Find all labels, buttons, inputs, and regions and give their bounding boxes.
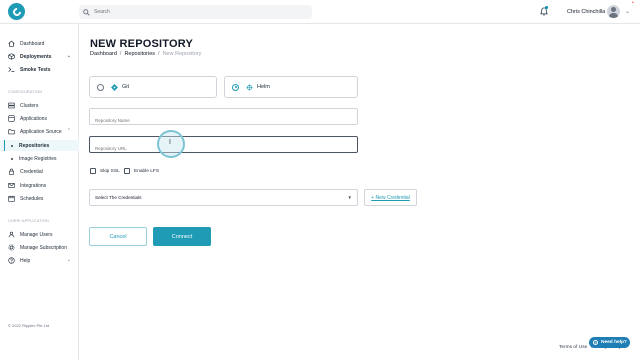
- enable-lfs-checkbox[interactable]: [124, 168, 130, 174]
- app-root: Chris Chinchilla ⌄ • Dashboard Deploymen…: [0, 0, 640, 360]
- sidebar-item-label: Credential: [20, 168, 43, 175]
- sidebar-item-smoke-tests[interactable]: Smoke Tests: [0, 64, 79, 75]
- server-icon: [8, 102, 15, 109]
- repository-url-input[interactable]: [90, 141, 357, 156]
- sidebar-item-label: Applications: [20, 115, 47, 122]
- sidebar-item-label: Dashboard: [20, 40, 45, 47]
- sidebar: Dashboard Deployments ⌄ Smoke Tests CONF…: [0, 24, 79, 360]
- git-radio[interactable]: [97, 83, 104, 91]
- chevron-down-icon: ▼: [347, 195, 352, 200]
- sidebar-item-label: Manage Users: [20, 231, 53, 238]
- sidebar-item-label: Help: [20, 257, 31, 264]
- sidebar-item-label: Clusters: [20, 102, 39, 109]
- sidebar-item-label: Manage Subscription: [20, 244, 67, 251]
- connect-button[interactable]: Connect: [153, 227, 211, 246]
- chevron-down-icon: ⌄: [66, 53, 71, 59]
- search-box[interactable]: [79, 5, 312, 19]
- enable-lfs-option[interactable]: Enable LFS: [124, 168, 159, 174]
- app-icon: [8, 115, 15, 122]
- sidebar-item-label: Smoke Tests: [20, 66, 51, 73]
- new-credential-button[interactable]: + New Credential: [364, 189, 417, 206]
- terms-link[interactable]: Terms of Use: [559, 345, 587, 350]
- mail-icon: [8, 182, 15, 189]
- section-title-configuration: CONFIGURATION: [8, 90, 43, 94]
- home-icon: [8, 40, 15, 47]
- user-name[interactable]: Chris Chinchilla: [567, 9, 605, 15]
- search-icon: [83, 8, 90, 16]
- sidebar-item-manage-subscription[interactable]: Manage Subscription: [0, 242, 79, 253]
- sidebar-item-schedules[interactable]: Schedules: [0, 193, 79, 204]
- sidebar-item-label: Repositories: [19, 142, 50, 149]
- breadcrumb: Dashboard / Repositories / New Repositor…: [90, 51, 201, 57]
- sidebar-item-clusters[interactable]: Clusters: [0, 100, 79, 111]
- sidebar-item-help[interactable]: Help ⌄: [0, 255, 79, 266]
- app-logo[interactable]: [8, 3, 25, 20]
- cube-icon: [8, 53, 15, 60]
- sidebar-item-label: Image Registries: [19, 155, 57, 162]
- help-icon: [8, 257, 15, 264]
- sidebar-item-label: Schedules: [20, 195, 44, 202]
- folder-icon: [8, 128, 15, 135]
- copyright: © 2022 Ripplex Pte Ltd: [8, 323, 50, 328]
- breadcrumb-separator: /: [119, 51, 122, 57]
- sidebar-item-repositories[interactable]: Repositories: [0, 140, 79, 151]
- enable-lfs-label: Enable LFS: [134, 168, 160, 174]
- breadcrumb-current: New Repository: [162, 51, 202, 57]
- gear-icon: [8, 244, 15, 251]
- breadcrumb-repositories[interactable]: Repositories: [124, 51, 155, 57]
- skip-ssl-label: Skip SSL: [100, 168, 120, 174]
- need-help-button[interactable]: ? Need help?: [589, 337, 630, 348]
- helm-radio[interactable]: [232, 83, 239, 91]
- avatar[interactable]: [607, 5, 620, 18]
- repository-url-field[interactable]: [89, 136, 358, 156]
- helm-icon: [246, 83, 253, 91]
- sidebar-item-label: Deployments: [20, 53, 52, 60]
- repository-name-field[interactable]: [89, 108, 358, 128]
- chevron-up-icon: ⌃: [66, 128, 71, 134]
- section-title-user: CHERI APPLICATION: [8, 219, 49, 223]
- sidebar-item-deployments[interactable]: Deployments ⌄: [0, 51, 79, 62]
- user-menu-chevron-icon[interactable]: ⌄: [625, 8, 630, 15]
- text-cursor-icon: I: [169, 139, 171, 146]
- search-input[interactable]: [94, 9, 294, 15]
- credentials-select-value: Select The Credentials: [95, 195, 142, 200]
- sidebar-item-label: Application Source: [20, 128, 62, 135]
- need-help-label: Need help?: [601, 340, 627, 345]
- sidebar-item-dashboard[interactable]: Dashboard: [0, 38, 79, 49]
- breadcrumb-separator: /: [158, 51, 160, 57]
- terminal-icon: [8, 66, 15, 73]
- git-label: Git: [122, 84, 130, 90]
- sidebar-item-label: Integrations: [20, 182, 47, 189]
- repo-type-helm-card[interactable]: Helm: [224, 76, 358, 98]
- notification-indicator: •: [632, 0, 634, 6]
- breadcrumb-dashboard[interactable]: Dashboard: [90, 51, 117, 57]
- repository-name-input[interactable]: [90, 113, 357, 128]
- help-icon: ?: [593, 340, 598, 345]
- top-bar: Chris Chinchilla ⌄ •: [0, 0, 640, 24]
- skip-ssl-option[interactable]: Skip SSL: [90, 168, 120, 174]
- sidebar-item-integrations[interactable]: Integrations: [0, 180, 79, 191]
- users-icon: [8, 231, 15, 238]
- click-indicator: [157, 130, 185, 158]
- chevron-down-icon: ⌄: [66, 257, 71, 263]
- credentials-select[interactable]: Select The Credentials ▼: [89, 189, 358, 206]
- notification-dot: [545, 6, 548, 9]
- helm-label: Helm: [257, 84, 270, 90]
- sidebar-item-credential[interactable]: Credential: [0, 166, 79, 177]
- repo-type-git-card[interactable]: Git: [89, 76, 217, 98]
- git-icon: [111, 83, 118, 91]
- sidebar-item-application-source[interactable]: Application Source ⌃: [0, 126, 79, 137]
- bullet-icon: [11, 144, 13, 147]
- lock-icon: [8, 168, 15, 175]
- cancel-button[interactable]: Cancel: [89, 227, 147, 246]
- sidebar-item-manage-users[interactable]: Manage Users: [0, 229, 79, 240]
- calendar-icon: [8, 195, 15, 202]
- bullet-icon: [11, 157, 13, 160]
- page-title: NEW REPOSITORY: [90, 38, 194, 50]
- sidebar-item-applications[interactable]: Applications: [0, 113, 79, 124]
- sidebar-item-image-registries[interactable]: Image Registries: [0, 153, 79, 164]
- skip-ssl-checkbox[interactable]: [90, 168, 96, 174]
